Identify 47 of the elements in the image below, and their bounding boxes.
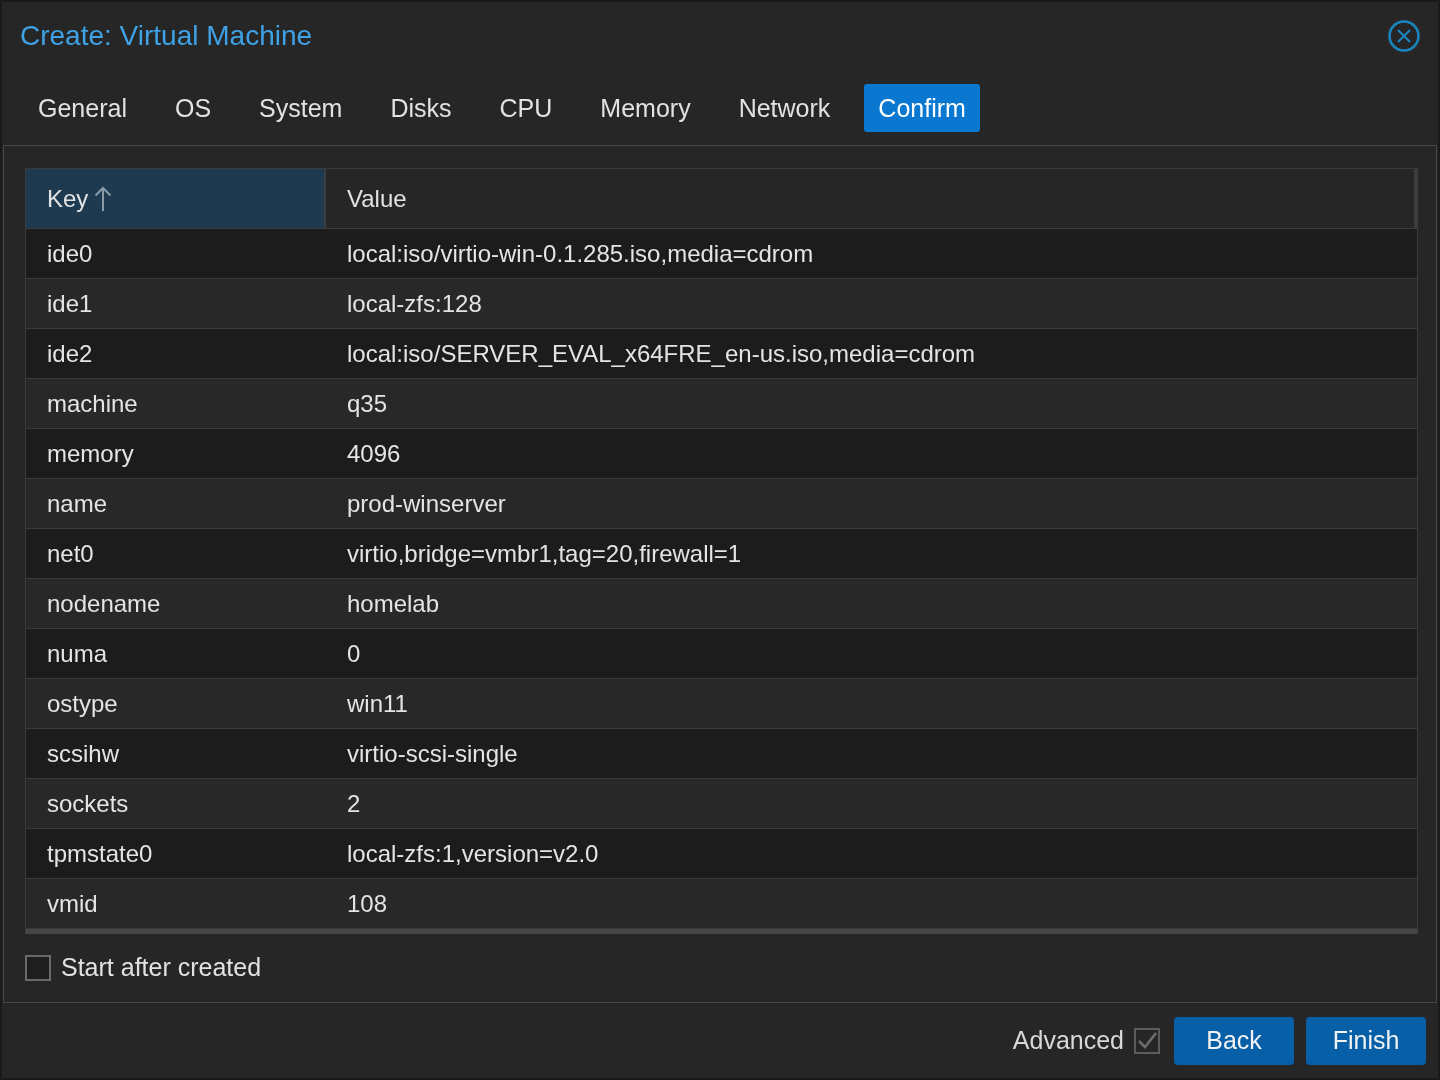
table-cell-text: name <box>46 488 109 519</box>
table-cell-text: virtio-scsi-single <box>346 738 519 769</box>
table-cell-text: machine <box>46 388 139 419</box>
close-icon <box>1388 20 1420 52</box>
table-cell-text: 2 <box>346 788 362 819</box>
table-cell-text: 0 <box>346 638 362 669</box>
checkbox[interactable] <box>1134 1027 1160 1054</box>
checkbox-label: Start after created <box>61 953 262 982</box>
table-cell-text: 4096 <box>346 438 402 469</box>
table-cell-text: ide1 <box>46 288 94 319</box>
window-title: Create: Virtual Machine <box>20 20 313 52</box>
table-cell-text: local:iso/virtio-win-0.1.285.iso,media=cdrom <box>346 238 815 269</box>
tab[interactable]: CPU <box>485 84 567 132</box>
tab[interactable]: OS <box>160 84 226 132</box>
table-cell-text: memory <box>46 438 135 469</box>
checkbox-label: Advanced <box>1012 1026 1124 1055</box>
table-cell-text: prod-winserver <box>346 488 507 519</box>
table-cell-text: local-zfs:1,version=v2.0 <box>346 838 600 869</box>
table-cell-text: local:iso/SERVER_EVAL_x64FRE_en-us.iso,media=cdrom <box>346 338 977 369</box>
checkbox[interactable] <box>25 954 51 981</box>
footer-button[interactable]: Back <box>1174 1016 1294 1065</box>
tab[interactable]: System <box>245 84 357 132</box>
table-cell-text: ide2 <box>46 338 94 369</box>
arrow-up-icon <box>94 185 113 212</box>
table-cell-text: 108 <box>346 888 389 919</box>
table-cell-text: numa <box>46 638 109 669</box>
table-cell-text: vmid <box>46 888 99 919</box>
table-cell-text: net0 <box>46 538 95 569</box>
tab[interactable]: Network <box>724 84 845 132</box>
table-cell-text: virtio,bridge=vmbr1,tag=20,firewall=1 <box>346 538 743 569</box>
table-cell-text: nodename <box>46 588 162 619</box>
table-cell-text: win11 <box>346 688 409 719</box>
table-cell-text: q35 <box>346 388 389 419</box>
column-header[interactable]: Key <box>26 169 326 228</box>
close-button[interactable] <box>1388 20 1420 52</box>
tab[interactable]: General <box>24 84 141 132</box>
tab[interactable]: Disks <box>376 84 466 132</box>
table-cell-text: local-zfs:128 <box>346 288 483 319</box>
table-cell-text: tpmstate0 <box>46 838 154 869</box>
table-cell-text: scsihw <box>46 738 120 769</box>
tab[interactable]: Memory <box>586 84 705 132</box>
tab[interactable]: Confirm <box>864 84 980 132</box>
table-cell-text: ide0 <box>46 238 94 269</box>
footer-button[interactable]: Finish <box>1306 1016 1426 1065</box>
table-cell-text: homelab <box>346 588 441 619</box>
table-cell-text: ostype <box>46 688 119 719</box>
table-cell-text: sockets <box>46 788 130 819</box>
